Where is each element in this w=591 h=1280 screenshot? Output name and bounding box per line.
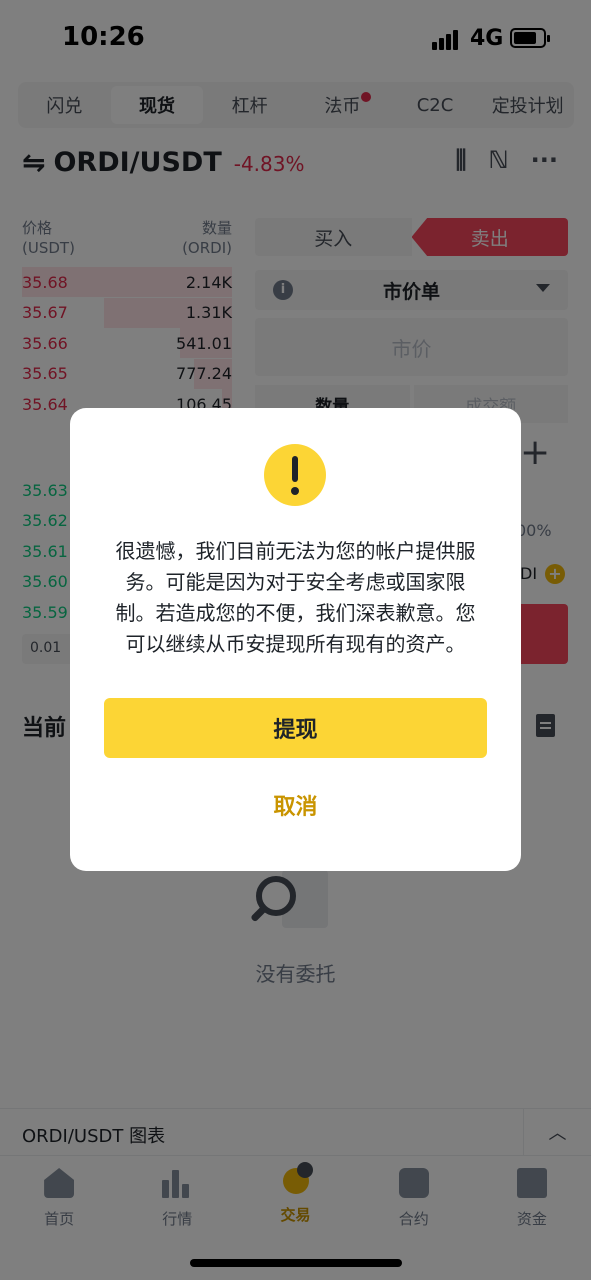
cancel-button[interactable]: 取消: [104, 778, 487, 832]
signal-icon: [432, 28, 464, 50]
status-bar: 10:26 4G: [0, 0, 591, 80]
battery-icon: [510, 28, 550, 48]
withdraw-button[interactable]: 提现: [104, 698, 487, 758]
restriction-dialog: 很遗憾，我们目前无法为您的帐户提供服务。可能是因为对于安全考虑或国家限制。若造成…: [70, 408, 521, 871]
dialog-message: 很遗憾，我们目前无法为您的帐户提供服务。可能是因为对于安全考虑或国家限制。若造成…: [115, 539, 476, 656]
home-indicator: [190, 1259, 402, 1267]
network-type: 4G: [470, 26, 504, 51]
clock: 10:26: [62, 22, 145, 52]
warning-icon: [264, 444, 326, 506]
